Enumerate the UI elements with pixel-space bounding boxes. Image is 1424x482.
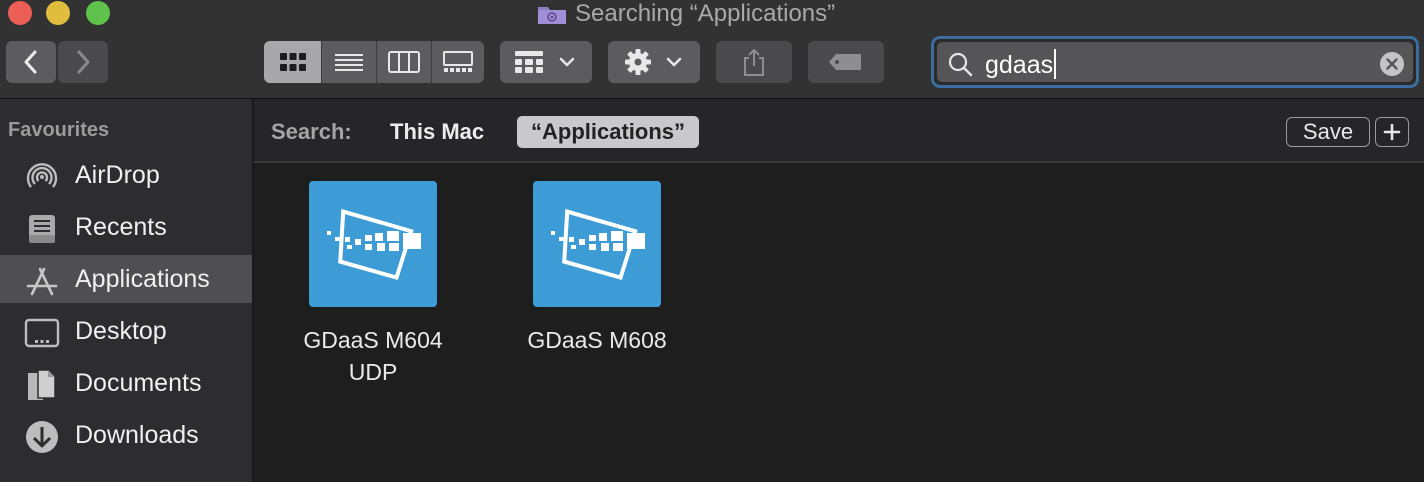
file-item[interactable]: GDaaS M604 UDP [258, 181, 488, 388]
close-window-button[interactable] [8, 1, 32, 25]
window-title: Searching “Applications” [537, 0, 835, 28]
action-menu-button[interactable] [608, 41, 700, 83]
smart-folder-icon [538, 7, 566, 24]
sidebar-heading: Favourites [8, 119, 110, 141]
grid-icon [279, 53, 306, 71]
sidebar-item-airdrop[interactable]: AirDrop [0, 151, 252, 199]
sidebar-item-documents[interactable]: Documents [0, 359, 252, 407]
sidebar-item-applications[interactable]: Applications [0, 255, 252, 303]
file-item[interactable]: GDaaS M608 [482, 181, 712, 356]
save-search-button[interactable]: Save [1286, 117, 1370, 147]
back-button[interactable] [6, 41, 56, 83]
column-view-button[interactable] [377, 41, 431, 83]
icon-view-button[interactable] [264, 41, 321, 83]
search-scope-bar: Search: This Mac “Applications” Save [254, 99, 1424, 163]
columns-icon [388, 51, 420, 73]
file-name: GDaaS M608 [527, 327, 667, 353]
view-mode-control [264, 41, 484, 83]
desktop-icon [24, 318, 60, 348]
file-name: GDaaS M604 [303, 327, 443, 353]
toolbar: Searching “Applications” gdaas [0, 0, 1424, 99]
chevron-down-icon [559, 57, 575, 67]
chevron-left-icon [24, 50, 37, 74]
gallery-view-button[interactable] [432, 41, 484, 83]
gallery-icon [443, 51, 473, 72]
scope-this-mac[interactable]: This Mac [390, 119, 484, 145]
clear-circle-icon[interactable] [1379, 51, 1405, 77]
chevron-down-icon [666, 57, 682, 67]
chevron-right-icon [77, 50, 90, 74]
sidebar-item-label: Applications [75, 265, 210, 293]
sidebar-item-label: Recents [75, 213, 167, 241]
sidebar-item-label: Downloads [75, 421, 199, 449]
sidebar-item-recents[interactable]: Recents [0, 203, 252, 251]
search-input[interactable]: gdaas [985, 49, 1057, 80]
scope-applications[interactable]: “Applications” [517, 116, 700, 148]
window-title-text: Searching “Applications” [575, 0, 836, 27]
search-field[interactable]: gdaas [931, 36, 1419, 88]
content-area: Search: This Mac “Applications” Save GDa… [254, 99, 1424, 482]
group-by-button[interactable] [500, 41, 592, 83]
forward-button[interactable] [58, 41, 108, 83]
downloads-icon [26, 421, 58, 453]
group-by-icon [515, 51, 543, 73]
search-scope-label: Search: [271, 119, 352, 144]
gdaas-app-icon [533, 181, 661, 307]
recents-icon [29, 215, 55, 243]
sidebar-item-downloads[interactable]: Downloads [0, 411, 252, 459]
sidebar: Favourites AirDrop Recents Applications [0, 99, 254, 482]
applications-icon [26, 267, 58, 296]
documents-icon [28, 369, 56, 400]
list-view-button[interactable] [322, 41, 376, 83]
list-icon [335, 54, 363, 71]
tag-icon [829, 54, 861, 70]
sidebar-item-label: Documents [75, 369, 202, 397]
sidebar-item-label: Desktop [75, 317, 167, 345]
tag-button[interactable] [808, 41, 884, 83]
sidebar-item-desktop[interactable]: Desktop [0, 307, 252, 355]
minimize-window-button[interactable] [46, 1, 70, 25]
gdaas-app-icon [309, 181, 437, 307]
airdrop-icon [26, 163, 58, 188]
gear-icon [625, 49, 651, 75]
sidebar-item-label: AirDrop [75, 161, 160, 189]
magnifier-icon [948, 52, 973, 77]
plus-icon [1383, 123, 1401, 141]
share-button[interactable] [716, 41, 792, 83]
share-icon [744, 48, 764, 76]
add-criteria-button[interactable] [1375, 117, 1409, 147]
zoom-window-button[interactable] [86, 1, 110, 25]
file-name-line2: UDP [348, 359, 398, 385]
